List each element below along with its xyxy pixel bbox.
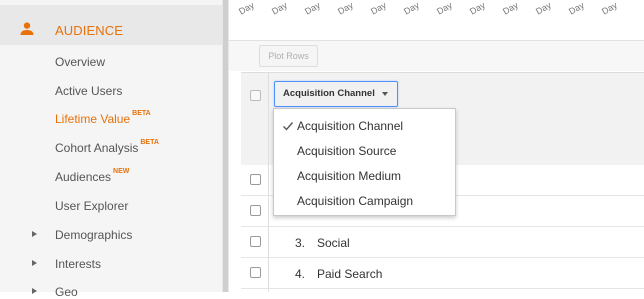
table-row: 4. Paid Search — [241, 258, 644, 289]
chevron-down-icon — [382, 92, 388, 96]
axis-tick-label: Day — [303, 0, 322, 17]
axis-tick-label: Day — [270, 0, 289, 17]
dimension-dropdown-button[interactable]: Acquisition Channel — [274, 81, 398, 107]
axis-tick-label: Day — [501, 0, 520, 17]
sidebar-item-label: Geo — [55, 285, 78, 299]
caret-right-icon[interactable] — [32, 288, 37, 294]
dimension-dropdown-label: Acquisition Channel — [283, 88, 375, 99]
sidebar-item-overview[interactable]: Overview — [55, 55, 105, 69]
menu-item-acquisition-channel[interactable]: Acquisition Channel — [297, 119, 403, 133]
sidebar-item-label: Overview — [55, 55, 106, 69]
row-checkbox[interactable] — [250, 174, 261, 185]
section-title: AUDIENCE — [55, 23, 123, 38]
checkmark-icon — [283, 122, 294, 131]
axis-tick-label: Day — [336, 0, 355, 17]
caret-right-icon[interactable] — [32, 231, 37, 237]
axis-tick-label: Day — [468, 0, 487, 17]
row-number: 4. — [295, 267, 306, 281]
menu-item-acquisition-medium[interactable]: Acquisition Medium — [297, 169, 401, 183]
row-number: 3. — [295, 236, 306, 250]
person-icon — [20, 22, 34, 35]
sidebar-item-label: Interests — [55, 257, 102, 271]
axis-tick-label: Day — [600, 0, 619, 17]
menu-item-acquisition-source[interactable]: Acquisition Source — [297, 144, 396, 158]
sidebar-item-label: User Explorer — [55, 199, 129, 213]
sidebar-item-user-explorer[interactable]: User Explorer — [55, 199, 128, 213]
sidebar-item-geo[interactable]: Geo — [55, 285, 78, 299]
row-label-link[interactable]: Paid Search — [317, 267, 382, 281]
caret-right-icon[interactable] — [32, 260, 37, 266]
sidebar-item-label: Cohort Analysis — [55, 141, 139, 155]
audience-section-header[interactable]: AUDIENCE — [0, 5, 222, 45]
row-checkbox[interactable] — [250, 205, 261, 216]
sidebar-item-cohort-analysis[interactable]: Cohort Analysis BETA — [55, 139, 159, 155]
axis-tick-label: Day — [534, 0, 553, 17]
beta-badge: BETA — [132, 110, 151, 117]
sidebar-item-label: Lifetime Value — [55, 112, 131, 126]
axis-tick-label: Day — [402, 0, 421, 17]
row-checkbox[interactable] — [250, 236, 261, 247]
axis-tick-label: Day — [369, 0, 388, 17]
row-checkbox[interactable] — [250, 267, 261, 278]
axis-tick-label: Day — [237, 0, 256, 17]
new-badge: NEW — [113, 168, 130, 175]
sidebar-item-label: Active Users — [55, 84, 123, 98]
scrollbar-thumb[interactable] — [223, 0, 228, 292]
sidebar-item-label: Demographics — [55, 228, 133, 242]
sidebar: AUDIENCE Overview Active Users Lifetime … — [0, 0, 222, 299]
column-divider — [268, 72, 269, 292]
sidebar-item-label: Audiences — [55, 170, 112, 184]
dimension-dropdown-menu: Acquisition Channel Acquisition Source A… — [273, 108, 456, 216]
plot-rows-button[interactable]: Plot Rows — [259, 45, 318, 67]
axis-tick-label: Day — [567, 0, 586, 17]
sidebar-item-lifetime-value[interactable]: Lifetime Value BETA — [55, 110, 151, 126]
select-all-checkbox[interactable] — [250, 90, 261, 101]
sidebar-item-active-users[interactable]: Active Users — [55, 84, 122, 98]
beta-badge: BETA — [140, 139, 159, 146]
chart-x-axis: Day Day Day Day Day Day Day Day Day Day … — [229, 0, 644, 41]
sidebar-item-audiences[interactable]: Audiences NEW — [55, 168, 130, 184]
table-row: 3. Social — [241, 227, 644, 258]
sidebar-item-demographics[interactable]: Demographics — [55, 228, 132, 242]
row-label-link[interactable]: Social — [317, 236, 350, 250]
sidebar-item-interests[interactable]: Interests — [55, 257, 101, 271]
sidebar-scrollbar[interactable] — [222, 0, 229, 292]
axis-tick-label: Day — [435, 0, 454, 17]
menu-item-acquisition-campaign[interactable]: Acquisition Campaign — [297, 194, 413, 208]
